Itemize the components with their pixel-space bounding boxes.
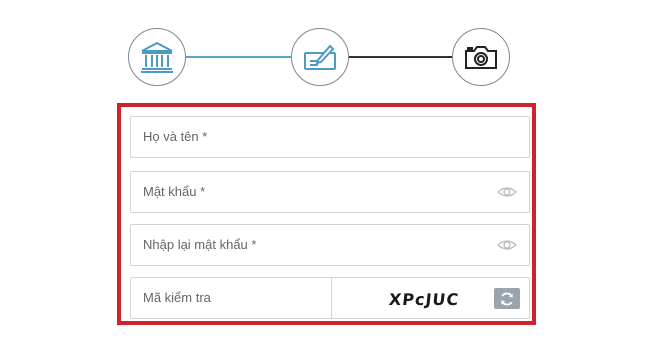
- step-connector-inactive: [349, 56, 452, 58]
- captcha-field: Mã kiểm tra XPcJUC: [130, 277, 530, 319]
- captcha-refresh-button[interactable]: [494, 288, 520, 309]
- full-name-field[interactable]: Họ và tên *: [130, 116, 530, 158]
- progress-steps: [0, 0, 650, 100]
- step-2-circle: [291, 28, 349, 86]
- refresh-icon: [501, 292, 513, 305]
- step-3-circle: [452, 28, 510, 86]
- captcha-placeholder: Mã kiểm tra: [143, 290, 211, 305]
- eye-icon[interactable]: [497, 185, 517, 199]
- password-field[interactable]: Mật khẩu *: [130, 171, 530, 213]
- check-card-icon: [304, 44, 336, 70]
- eye-icon[interactable]: [497, 238, 517, 252]
- captcha-image: XPcJUC: [388, 290, 461, 309]
- confirm-password-placeholder: Nhập lại mật khẩu *: [143, 237, 257, 252]
- password-placeholder: Mật khẩu *: [143, 184, 206, 199]
- bank-icon: [141, 41, 173, 73]
- full-name-placeholder: Họ và tên *: [143, 129, 208, 144]
- confirm-password-field[interactable]: Nhập lại mật khẩu *: [130, 224, 530, 266]
- registration-form: Họ và tên * Mật khẩu * Nhập lại mật khẩu…: [117, 103, 536, 325]
- captcha-input[interactable]: Mã kiểm tra: [131, 278, 332, 318]
- step-connector-active: [186, 56, 291, 58]
- step-1-circle: [128, 28, 186, 86]
- camera-icon: [465, 46, 497, 69]
